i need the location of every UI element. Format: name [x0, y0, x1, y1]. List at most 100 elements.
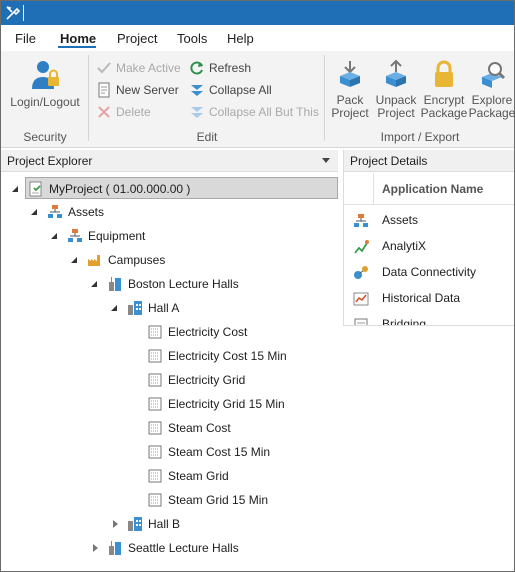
bridging-icon	[353, 316, 369, 325]
menu-tools[interactable]: Tools	[177, 31, 207, 46]
grid-header: Application Name	[344, 173, 514, 205]
app-name: Bridging	[382, 317, 427, 326]
pack-label-1: Pack	[336, 93, 364, 107]
app-name: AnalytiX	[382, 239, 427, 253]
new-document-icon	[96, 82, 112, 98]
hall-icon	[127, 300, 143, 316]
app-row-analytix[interactable]: AnalytiX	[344, 233, 514, 259]
historical-data-icon	[353, 290, 369, 306]
expand-arrow-icon[interactable]	[91, 537, 101, 559]
make-active-label: Make Active	[116, 61, 181, 75]
tools-icon[interactable]	[5, 5, 21, 21]
unpack-label-2: Project	[377, 106, 415, 120]
project-explorer-title: Project Explorer	[7, 154, 93, 168]
tree-node-label: Electricity Grid	[168, 373, 246, 387]
data-connectivity-icon	[353, 264, 369, 280]
edit-group-label: Edit	[196, 130, 218, 144]
tag-icon	[147, 444, 163, 460]
tree-node-label: Boston Lecture Halls	[128, 277, 239, 291]
delete-x-icon	[96, 104, 112, 120]
explore-icon	[468, 59, 515, 92]
analytix-icon	[353, 238, 369, 254]
tree-node-label: Hall A	[148, 301, 180, 315]
app-name: Historical Data	[382, 291, 461, 305]
menu-home[interactable]: Home	[60, 31, 96, 46]
refresh-label: Refresh	[209, 61, 252, 75]
encrypt-label-1: Encrypt	[423, 93, 465, 107]
menu-file[interactable]: File	[15, 31, 36, 46]
tag-icon	[147, 492, 163, 508]
assets-icon	[353, 212, 369, 228]
expand-arrow-icon[interactable]	[12, 178, 22, 200]
tree-node-label: Steam Grid 15 Min	[168, 493, 269, 507]
explore-label-1: Explore	[471, 93, 513, 107]
login-logout-label: Login/Logout	[10, 95, 80, 109]
collapse-all-label: Collapse All	[209, 83, 272, 97]
lock-icon	[420, 59, 468, 92]
expand-arrow-icon[interactable]	[31, 201, 41, 223]
explore-package-button[interactable]: Explore Package	[468, 59, 515, 120]
tree-node-label: Hall B	[148, 517, 181, 531]
expand-arrow-icon[interactable]	[91, 273, 101, 295]
security-group-label: Security	[23, 130, 67, 144]
tree-node-label: Assets	[68, 205, 105, 219]
tree-node-label: Steam Cost	[168, 421, 231, 435]
expand-arrow-icon[interactable]	[51, 225, 61, 247]
collapse-all-icon	[189, 82, 205, 98]
explore-label-2: Package	[468, 106, 515, 120]
tree-node-label: Seattle Lecture Halls	[128, 541, 239, 555]
title-bar	[1, 1, 514, 25]
hall-icon	[127, 516, 143, 532]
tree-node-label: Electricity Grid 15 Min	[168, 397, 285, 411]
expand-arrow-icon[interactable]	[71, 249, 81, 271]
expand-arrow-icon[interactable]	[111, 513, 121, 535]
app-row-assets[interactable]: Assets	[344, 207, 514, 233]
app-row-bridging[interactable]: Bridging	[344, 311, 514, 326]
new-server-label: New Server	[116, 83, 179, 97]
menu-project[interactable]: Project	[117, 31, 157, 46]
row-header-cell	[344, 173, 374, 205]
unpack-icon	[372, 59, 420, 92]
equipment-icon	[67, 228, 83, 244]
project-details-panel: Project Details Application Name Assets …	[343, 150, 514, 326]
app-row-historical-data[interactable]: Historical Data	[344, 285, 514, 311]
building-icon	[107, 276, 123, 292]
tag-icon	[147, 396, 163, 412]
pack-icon	[328, 59, 372, 92]
encrypt-package-button[interactable]: Encrypt Package	[420, 59, 468, 120]
tree-node-myproject[interactable]: MyProject ( 01.00.000.00 )	[12, 177, 338, 199]
tag-icon	[147, 468, 163, 484]
login-logout-button[interactable]: Login/Logout	[6, 59, 84, 109]
tag-icon	[147, 420, 163, 436]
checkmark-icon	[96, 60, 112, 76]
tag-icon	[147, 348, 163, 364]
tree-node-label: MyProject ( 01.00.000.00 )	[49, 182, 191, 196]
title-separator	[23, 5, 24, 21]
project-explorer-header: Project Explorer	[1, 150, 338, 172]
campus-icon	[87, 252, 103, 268]
unpack-label-1: Unpack	[375, 93, 417, 107]
tree-node-label: Steam Cost 15 Min	[168, 445, 271, 459]
ribbon: Login/Logout Security Make Active New Se…	[1, 51, 515, 148]
tree-node-label: Steam Grid	[168, 469, 229, 483]
menu-help[interactable]: Help	[227, 31, 254, 46]
project-explorer-panel: Project Explorer MyProject ( 01.00.000.0…	[1, 150, 338, 571]
tree-node-label: Electricity Cost	[168, 325, 248, 339]
collapse-all-but-this-icon	[189, 104, 205, 120]
unpack-project-button[interactable]: Unpack Project	[372, 59, 420, 120]
ribbon-separator	[88, 55, 89, 141]
application-name-column-header[interactable]: Application Name	[382, 182, 483, 196]
pack-label-2: Project	[331, 106, 369, 120]
pack-project-button[interactable]: Pack Project	[328, 59, 372, 120]
active-tab-indicator	[58, 46, 96, 48]
project-details-header: Project Details	[344, 150, 514, 172]
app-name: Assets	[382, 213, 419, 227]
chevron-down-icon[interactable]	[322, 158, 330, 163]
tag-icon	[147, 324, 163, 340]
project-icon	[28, 181, 44, 197]
expand-arrow-icon[interactable]	[111, 297, 121, 319]
delete-label: Delete	[116, 105, 151, 119]
app-row-data-connectivity[interactable]: Data Connectivity	[344, 259, 514, 285]
import-export-group-label: Import / Export	[380, 130, 460, 144]
collapse-all-but-this-label: Collapse All But This	[209, 105, 319, 119]
